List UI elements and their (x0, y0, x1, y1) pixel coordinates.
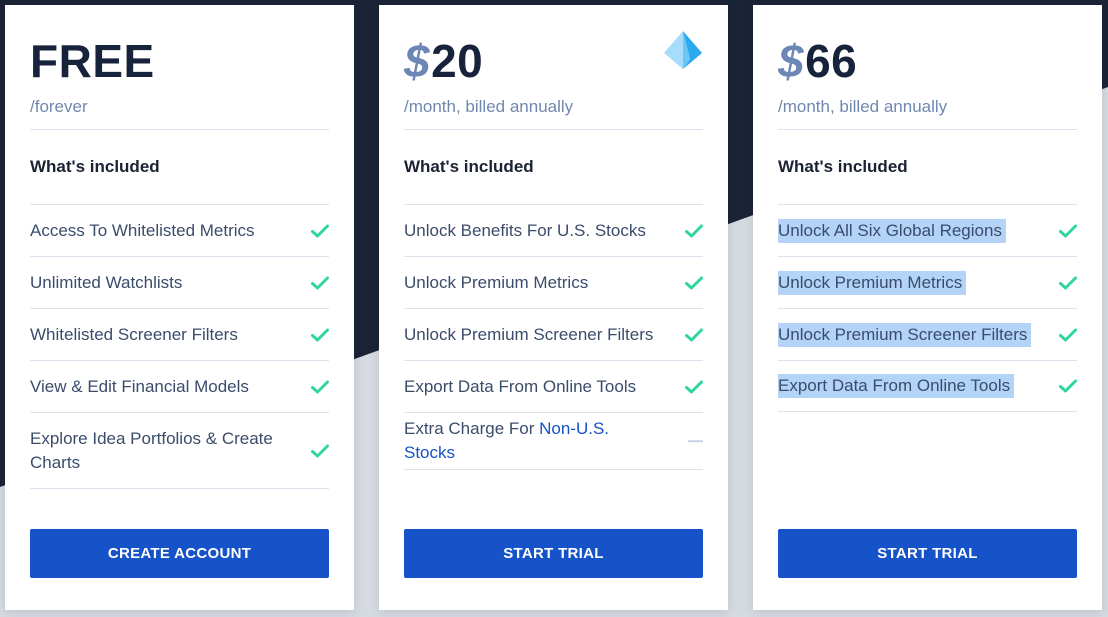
plan-card-20: $20 /month, billed annually What's inclu… (379, 5, 728, 610)
feature-item: Unlock All Six Global Regions (778, 204, 1077, 256)
selected-text[interactable]: Export Data From Online Tools (778, 374, 1015, 398)
selected-text[interactable]: Unlock All Six Global Regions (778, 218, 1006, 243)
start-trial-button[interactable]: START TRIAL (778, 529, 1077, 578)
feature-item: Unlock Premium Metrics (778, 256, 1077, 308)
whats-included-heading: What's included (778, 157, 908, 176)
divider (30, 129, 329, 130)
check-icon (1059, 328, 1077, 341)
check-icon (311, 444, 329, 457)
start-trial-button[interactable]: START TRIAL (404, 529, 703, 578)
price-amount: 20 (431, 35, 484, 87)
feature-item: Unlock Premium Screener Filters (778, 308, 1077, 360)
check-icon (685, 276, 703, 289)
currency-symbol: $ (778, 35, 805, 87)
plan-price: $66 (778, 33, 857, 89)
plan-period: /month, billed annually (404, 97, 574, 116)
feature-item: Explore Idea Portfolios & Create Charts (30, 412, 329, 489)
divider (404, 129, 703, 130)
check-icon (685, 328, 703, 341)
feature-item: View & Edit Financial Models (30, 360, 329, 412)
plan-card-free: FREE /forever What's included Access To … (5, 5, 354, 610)
feature-item: Unlock Premium Metrics (404, 256, 703, 308)
feature-item: Access To Whitelisted Metrics (30, 204, 329, 256)
plan-price: $20 (404, 33, 483, 89)
divider (778, 129, 1077, 130)
check-icon (311, 276, 329, 289)
check-icon (311, 328, 329, 341)
price-amount: FREE (30, 35, 155, 87)
feature-item: Unlimited Watchlists (30, 256, 329, 308)
plan-period: /forever (30, 97, 88, 116)
plan-period: /month, billed annually (778, 97, 948, 116)
check-icon (685, 224, 703, 237)
check-icon (1059, 276, 1077, 289)
whats-included-heading: What's included (30, 157, 160, 176)
check-icon (1059, 224, 1077, 237)
feature-item: Export Data From Online Tools (404, 360, 703, 412)
dash-icon (688, 440, 703, 442)
feature-list: Unlock Benefits For U.S. Stocks Unlock P… (404, 204, 703, 470)
price-amount: 66 (805, 35, 858, 87)
selected-text[interactable]: Unlock Premium Metrics (778, 270, 967, 295)
feature-item: Whitelisted Screener Filters (30, 308, 329, 360)
check-icon (1059, 379, 1077, 393)
create-account-button[interactable]: CREATE ACCOUNT (30, 529, 329, 578)
feature-item: Unlock Premium Screener Filters (404, 308, 703, 360)
check-icon (311, 380, 329, 393)
check-icon (311, 224, 329, 237)
whats-included-heading: What's included (404, 157, 534, 176)
pyramid-gem-icon (664, 31, 702, 69)
check-icon (685, 380, 703, 393)
plan-card-66: $66 /month, billed annually What's inclu… (753, 5, 1102, 610)
currency-symbol: $ (404, 35, 431, 87)
feature-item: Unlock Benefits For U.S. Stocks (404, 204, 703, 256)
feature-list: Access To Whitelisted Metrics Unlimited … (30, 204, 329, 489)
feature-item: Export Data From Online Tools (778, 360, 1077, 412)
selected-text[interactable]: Unlock Premium Screener Filters (778, 322, 1032, 347)
plan-price: FREE (30, 33, 155, 89)
feature-item: Extra Charge For Non-U.S. Stocks (404, 412, 703, 470)
feature-list: Unlock All Six Global Regions Unlock Pre… (778, 204, 1077, 412)
